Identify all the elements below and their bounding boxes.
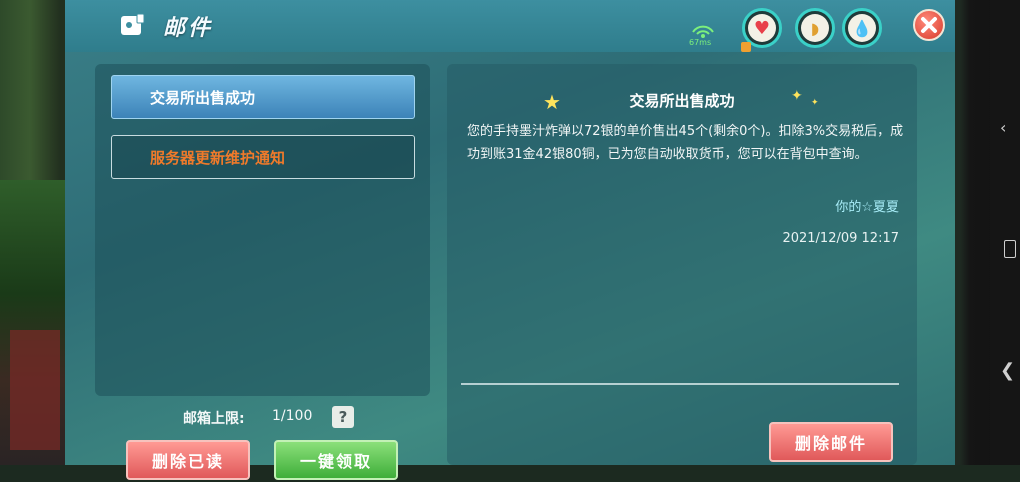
mail-item-server-maintenance[interactable]: 服务器更新维护通知 xyxy=(111,135,415,179)
brick-block xyxy=(10,330,60,450)
help-button[interactable]: ? xyxy=(332,406,354,428)
ping-value: 67ms xyxy=(689,38,712,47)
wifi-icon xyxy=(692,25,714,38)
mail-window: 邮件 67ms ♥ ◗ 💧 交易所出售成功 服务器更新维护通知 邮箱上限: 1/… xyxy=(65,0,955,480)
home-nav-icon[interactable] xyxy=(1004,240,1016,258)
delete-mail-button[interactable]: 删除邮件 xyxy=(769,422,893,462)
hunger-meter[interactable]: ◗ xyxy=(795,8,835,48)
heart-icon: ♥ xyxy=(753,17,771,39)
mail-list-panel: 交易所出售成功 服务器更新维护通知 xyxy=(95,64,430,396)
menu-nav-icon[interactable]: ‹ xyxy=(1000,118,1006,137)
delete-read-button[interactable]: 删除已读 xyxy=(126,440,250,480)
water-drop-icon: 💧 xyxy=(852,18,872,38)
mail-body: 您的手持墨汁炸弹以72银的单价售出45个(剩余0个)。扣除3%交易税后，成功到账… xyxy=(467,124,904,162)
page-title: 邮件 xyxy=(163,16,214,41)
divider xyxy=(461,383,899,385)
title-bar: 邮件 67ms ♥ ◗ 💧 xyxy=(65,0,955,52)
mail-title: 交易所出售成功 xyxy=(629,92,735,110)
star-icon: ✦ xyxy=(811,98,819,108)
mail-item-exchange-sale[interactable]: 交易所出售成功 xyxy=(111,75,415,119)
pet-badge-icon xyxy=(741,42,751,52)
star-icon: ✦ xyxy=(791,88,803,104)
back-nav-icon[interactable]: ❮ xyxy=(1000,360,1015,381)
stomach-icon: ◗ xyxy=(810,18,820,38)
mailbox-capacity-value: 1/100 xyxy=(272,408,313,424)
mail-timestamp: 2021/12/09 12:17 xyxy=(782,231,899,246)
mail-detail-panel: ★ 交易所出售成功 ✦ ✦ 您的手持墨汁炸弹以72银的单价售出45个(剩余0个)… xyxy=(447,64,917,465)
claim-all-button[interactable]: 一键领取 xyxy=(274,440,398,480)
close-button[interactable] xyxy=(913,9,945,41)
mail-icon xyxy=(121,13,145,35)
mail-sender: 你的☆夏夏 xyxy=(835,200,899,215)
thirst-meter[interactable]: 💧 xyxy=(842,8,882,48)
mailbox-capacity-label: 邮箱上限: xyxy=(183,411,245,427)
android-nav-bar: ‹ ❮ xyxy=(990,0,1020,465)
close-icon xyxy=(921,17,937,33)
